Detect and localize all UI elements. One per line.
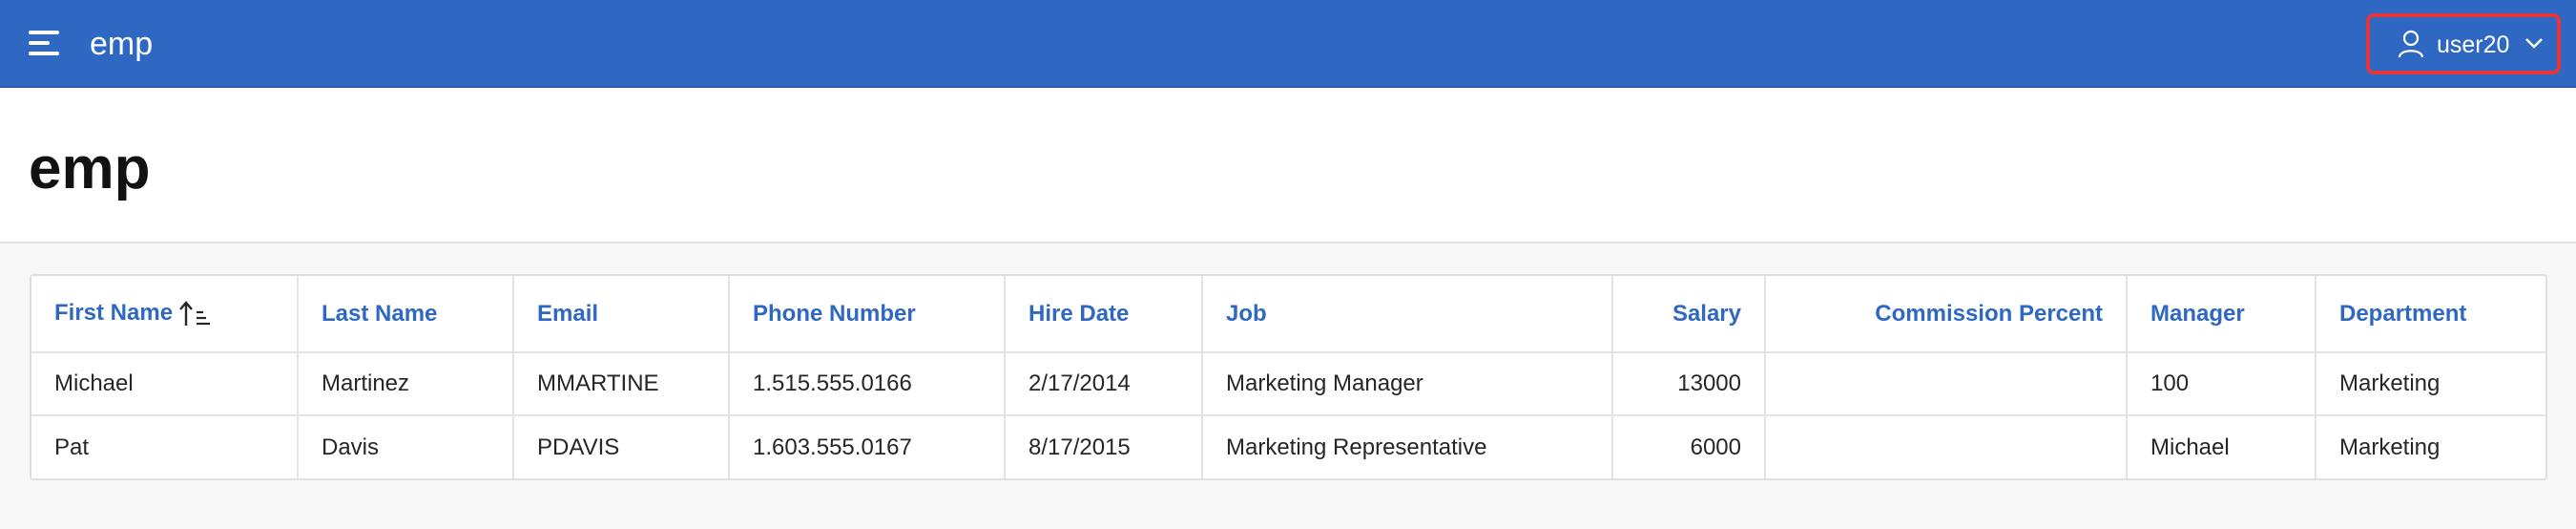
table-row: Pat Davis PDAVIS 1.603.555.0167 8/17/201… (31, 415, 2545, 478)
cell-hire-date: 8/17/2015 (1005, 415, 1203, 478)
cell-commission-percent (1765, 352, 2128, 416)
hamburger-menu-icon[interactable] (29, 29, 61, 59)
cell-department: Marketing (2316, 352, 2545, 416)
column-header-salary[interactable]: Salary (1612, 276, 1766, 353)
user-menu-button[interactable]: user20 (2366, 13, 2561, 74)
cell-email: PDAVIS (513, 415, 730, 478)
column-header-first-name[interactable]: First Name (31, 276, 299, 353)
cell-hire-date: 2/17/2014 (1005, 352, 1203, 416)
cell-salary: 6000 (1612, 415, 1766, 478)
column-header-hire-date[interactable]: Hire Date (1005, 276, 1203, 353)
sort-ascending-icon (179, 300, 211, 326)
cell-phone-number: 1.515.555.0166 (729, 352, 1006, 416)
table-row: Michael Martinez MMARTINE 1.515.555.0166… (31, 352, 2545, 416)
top-navigation-bar: emp user20 (0, 0, 2576, 88)
cell-salary: 13000 (1612, 352, 1766, 416)
cell-job: Marketing Representative (1202, 415, 1613, 478)
column-header-last-name[interactable]: Last Name (298, 276, 514, 353)
data-table: First Name Last Name Email Phone Number … (31, 276, 2545, 478)
column-header-email[interactable]: Email (513, 276, 730, 353)
report-table-region: First Name Last Name Email Phone Number … (30, 274, 2547, 480)
cell-last-name: Davis (298, 415, 514, 478)
app-title[interactable]: emp (90, 25, 153, 63)
cell-manager: 100 (2127, 352, 2316, 416)
cell-commission-percent (1765, 415, 2128, 478)
cell-last-name: Martinez (298, 352, 514, 416)
cell-job: Marketing Manager (1202, 352, 1613, 416)
cell-email: MMARTINE (513, 352, 730, 416)
page-title: emp (29, 136, 151, 201)
page-header: emp (0, 88, 2576, 243)
column-header-manager[interactable]: Manager (2127, 276, 2316, 353)
table-header-row: First Name Last Name Email Phone Number … (31, 276, 2545, 353)
user-name: user20 (2437, 32, 2510, 58)
cell-department: Marketing (2339, 434, 2441, 460)
column-header-job[interactable]: Job (1202, 276, 1613, 353)
cell-phone-number: 1.603.555.0167 (729, 415, 1006, 478)
user-icon (2398, 30, 2424, 58)
column-header-phone-number[interactable]: Phone Number (729, 276, 1006, 353)
cell-first-name: Pat (31, 415, 299, 478)
chevron-down-icon (2525, 38, 2543, 49)
column-header-department[interactable]: Department (2316, 276, 2545, 353)
cell-manager: Michael (2127, 415, 2316, 478)
column-header-label: First Name (54, 300, 174, 327)
column-header-commission-percent[interactable]: Commission Percent (1765, 276, 2128, 353)
cell-first-name: Michael (31, 352, 299, 416)
